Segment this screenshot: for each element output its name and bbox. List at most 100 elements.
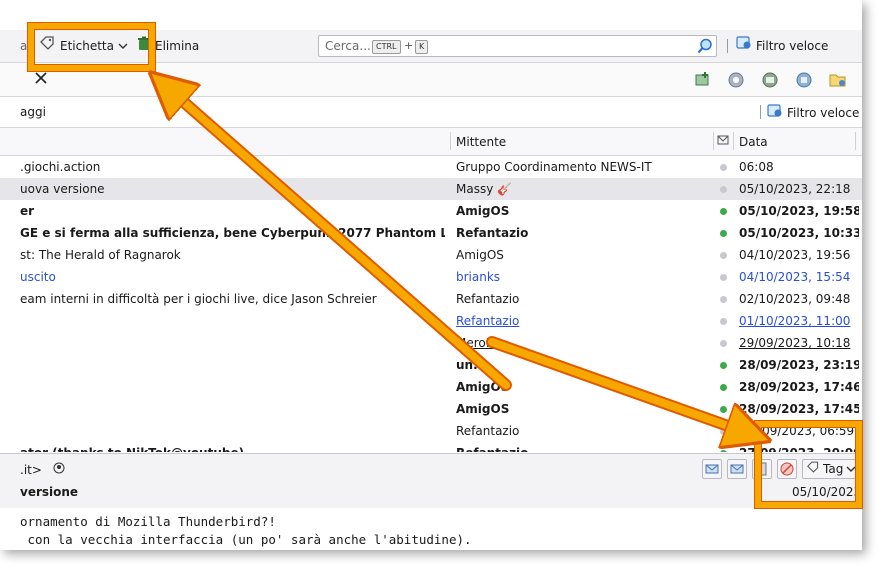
- quick-filter-toggle-label: Filtro veloce: [787, 105, 860, 120]
- message-sender-cell: Refantazio: [456, 226, 529, 240]
- toolbar-divider: [727, 39, 728, 53]
- filter-divider: [760, 105, 761, 119]
- addon-icon[interactable]: [795, 71, 813, 92]
- message-sender-cell: un...: [456, 358, 487, 372]
- message-subject: versione: [20, 485, 79, 499]
- message-date-cell: 01/10/2023, 11:00: [739, 314, 851, 328]
- message-subject-cell: st: The Herald of Ragnarok: [20, 248, 181, 262]
- read-status-dot[interactable]: [720, 428, 727, 435]
- message-date-cell: 29/09/2023, 10:18: [739, 336, 851, 350]
- table-row[interactable]: AmigOS 28/09/2023, 17:45: [0, 398, 862, 420]
- search-input[interactable]: Cerca... CTRL + K: [318, 35, 717, 57]
- message-subject-cell: ator (thanks to NikTok@youtube): [20, 442, 445, 452]
- table-row[interactable]: GE e si ferma alla sufficienza, bene Cyb…: [0, 222, 862, 244]
- read-status-dot[interactable]: [720, 406, 727, 413]
- folder-name: aggi: [20, 105, 46, 119]
- highlight-box-tag-button: [28, 23, 155, 71]
- message-date-cell: 04/10/2023, 19:56: [739, 248, 851, 262]
- table-row[interactable]: ator (thanks to NikTok@youtube) Refantazi…: [0, 442, 862, 452]
- shortcut-ctrl-key: CTRL: [372, 40, 401, 54]
- message-sender-cell: Gruppo Coordinamento NEWS-IT: [456, 160, 652, 174]
- shortcut-k-key: K: [415, 40, 429, 54]
- highlight-box-tag-menu: [755, 421, 862, 508]
- message-sender-cell: Refantazio: [456, 424, 520, 438]
- reply-button[interactable]: [702, 459, 722, 479]
- shortcut-plus: +: [404, 39, 414, 52]
- table-row[interactable]: MeroLi... 29/09/2023, 10:18: [0, 332, 862, 354]
- column-separator[interactable]: [713, 132, 714, 150]
- table-row[interactable]: .giochi.action Gruppo Coordinamento NEWS-…: [0, 156, 862, 178]
- message-subject-cell: GE e si ferma alla sufficienza, bene Cyb…: [20, 226, 445, 240]
- message-subject-cell: eam interni in difficoltà per i giochi l…: [20, 292, 377, 306]
- message-subject-cell: er: [20, 204, 35, 218]
- message-sender-cell: Massy 🎸: [456, 182, 513, 196]
- read-status-dot[interactable]: [720, 164, 727, 171]
- read-status-dot[interactable]: [720, 230, 727, 237]
- folder-header-bar: aggi Filtro veloce: [0, 97, 862, 128]
- column-header-date[interactable]: Data: [739, 135, 768, 149]
- message-date-cell: 05/10/2023, 22:18: [739, 182, 851, 196]
- message-body: ornamento di Mozilla Thunderbird?! con l…: [0, 508, 862, 550]
- message-sender-cell: Refantazio: [456, 314, 520, 328]
- message-date-cell: 06:08: [739, 160, 774, 174]
- message-date-cell: 04/10/2023, 15:54: [739, 270, 851, 284]
- gear-icon[interactable]: [727, 71, 745, 92]
- read-status-dot[interactable]: [720, 450, 727, 452]
- search-placeholder: Cerca...: [325, 39, 371, 53]
- table-row[interactable]: eam interni in difficoltà per i giochi l…: [0, 288, 862, 310]
- message-date-cell: 28/09/2023, 17:45: [739, 402, 859, 416]
- message-date-cell: 28/09/2023, 17:46: [739, 380, 859, 394]
- read-status-dot[interactable]: [720, 318, 727, 325]
- read-status-dot[interactable]: [720, 340, 727, 347]
- column-separator[interactable]: [733, 132, 734, 150]
- table-row[interactable]: Refantazio 01/10/2023, 11:00: [0, 310, 862, 332]
- close-icon[interactable]: [35, 72, 47, 87]
- column-separator[interactable]: [855, 132, 856, 150]
- quick-filter-label: Filtro veloce: [756, 39, 829, 53]
- contact-icon[interactable]: [53, 462, 65, 477]
- toolbar-clipped-text: a: [20, 39, 28, 53]
- quick-filter-icon: [767, 104, 783, 121]
- table-row[interactable]: Refantazio 2.../09/2023, 06:59: [0, 420, 862, 442]
- read-status-dot[interactable]: [720, 208, 727, 215]
- search-icon[interactable]: [697, 38, 713, 57]
- read-status-dot[interactable]: [720, 274, 727, 281]
- read-status-dot[interactable]: [720, 296, 727, 303]
- table-row[interactable]: uscito brianks 04/10/2023, 15:54: [0, 266, 862, 288]
- table-row[interactable]: st: The Herald of Ragnarok AmigOS 04/10/20…: [0, 244, 862, 266]
- column-header-sender[interactable]: Mittente: [456, 135, 506, 149]
- message-subject-cell: .giochi.action: [20, 160, 101, 174]
- folder-icon[interactable]: [829, 71, 847, 92]
- message-subject-cell: uova versione: [20, 182, 105, 196]
- message-sender-cell: AmigOS: [456, 402, 510, 416]
- message-body-line: ornamento di Mozilla Thunderbird?!: [20, 514, 276, 529]
- message-list: .giochi.action Gruppo Coordinamento NEWS-…: [0, 156, 862, 452]
- quick-filter-toggle[interactable]: Filtro veloce: [767, 104, 859, 121]
- message-date-cell: 02/10/2023, 09:48: [739, 292, 851, 306]
- forward-button[interactable]: [727, 459, 747, 479]
- message-subject-cell: uscito: [20, 270, 56, 284]
- account-settings-icon[interactable]: [761, 71, 779, 92]
- new-message-icon[interactable]: [694, 71, 712, 92]
- delete-button-label: Elimina: [155, 39, 200, 53]
- read-status-dot[interactable]: [720, 186, 727, 193]
- message-body-line: con la vecchia interfaccia (un po' sarà …: [20, 532, 472, 547]
- table-row[interactable]: un... 28/09/2023, 23:19: [0, 354, 862, 376]
- message-sender-cell: MeroLi...: [456, 336, 508, 350]
- column-separator[interactable]: [450, 132, 451, 150]
- table-row[interactable]: AmigOS 28/09/2023, 17:46: [0, 376, 862, 398]
- read-status-column-icon[interactable]: [717, 134, 729, 149]
- message-sender-cell: Refantazio: [456, 442, 711, 452]
- message-sender-cell: AmigOS: [456, 380, 510, 394]
- quick-filter-icon: [736, 36, 752, 56]
- message-sender-cell: AmigOS: [456, 248, 504, 262]
- table-row[interactable]: er AmigOS 05/10/2023, 19:58: [0, 200, 862, 222]
- sender-address[interactable]: .it>: [20, 463, 42, 477]
- message-sender-cell: brianks: [456, 270, 501, 284]
- read-status-dot[interactable]: [720, 252, 727, 259]
- read-status-dot[interactable]: [720, 384, 727, 391]
- quick-filter-button[interactable]: Filtro veloce: [736, 36, 828, 56]
- read-status-dot[interactable]: [720, 362, 727, 369]
- message-list-header: Mittente Data: [0, 128, 862, 156]
- table-row[interactable]: uova versione Massy 🎸 05/10/2023, 22:18: [0, 178, 862, 200]
